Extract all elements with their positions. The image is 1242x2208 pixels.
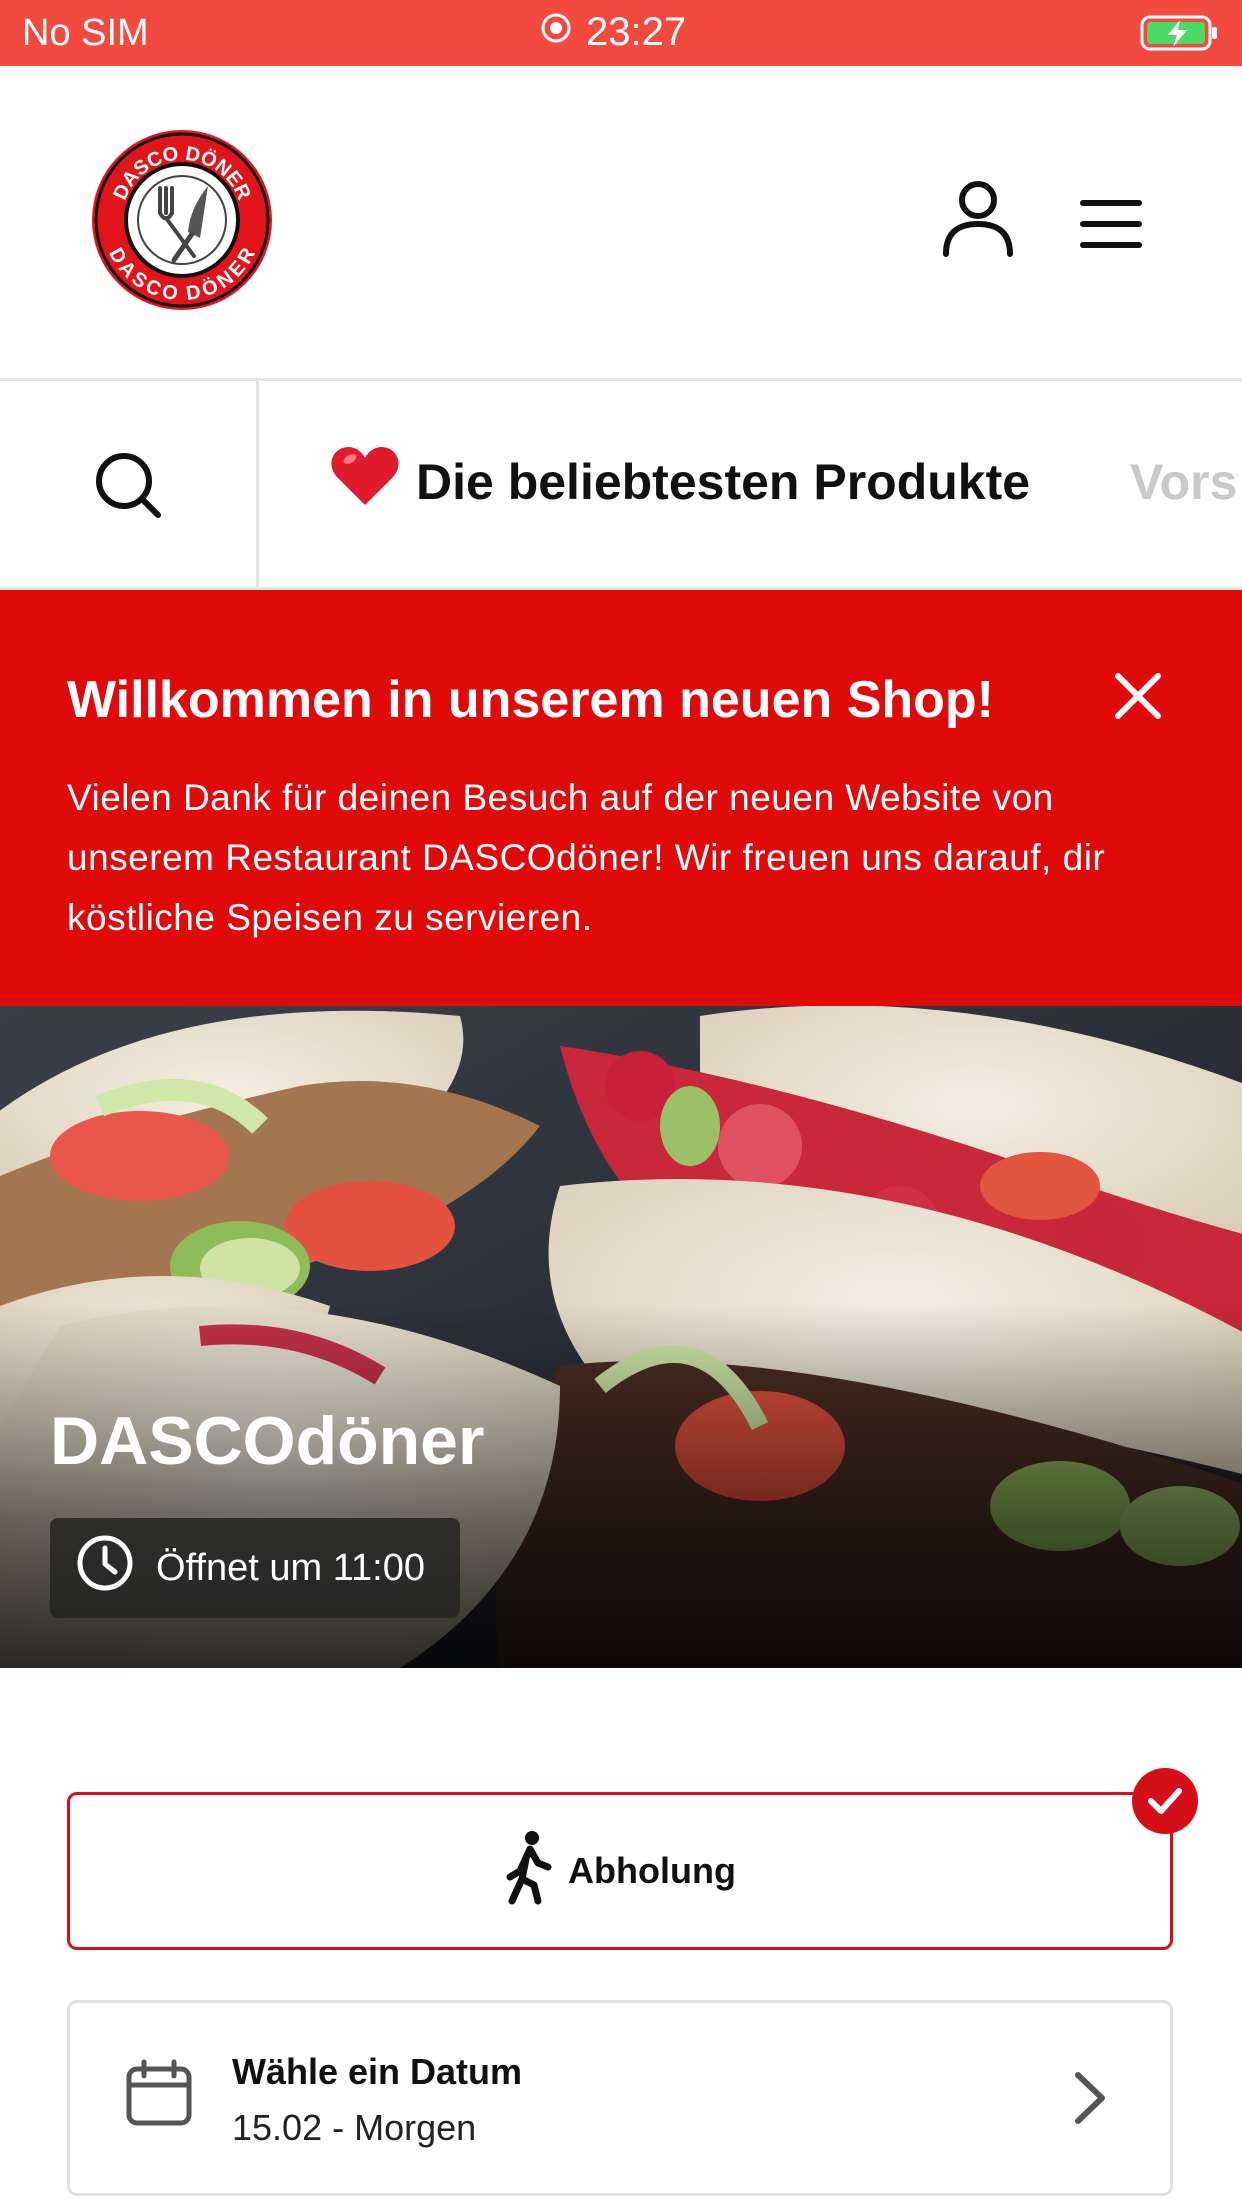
date-value: 15.02 - Morgen — [232, 2107, 477, 2148]
walking-person-icon — [504, 1829, 554, 1914]
account-button[interactable] — [938, 178, 1018, 258]
search-button[interactable] — [0, 381, 259, 587]
welcome-banner: Willkommen in unserem neuen Shop! Vielen… — [0, 590, 1242, 1006]
restaurant-logo[interactable]: DASCO DÖNER DASCO DÖNER — [90, 128, 274, 312]
site-header: DASCO DÖNER DASCO DÖNER — [0, 66, 1242, 381]
hero-title: DASCOdöner — [50, 1403, 485, 1479]
location-icon — [540, 11, 572, 54]
menu-icon — [1076, 200, 1146, 256]
category-tab-label: Die beliebtesten Produkte — [416, 454, 1031, 510]
banner-close-button[interactable] — [1112, 670, 1164, 727]
opening-status-text: Öffnet um 11:00 — [156, 1546, 425, 1589]
menu-button[interactable] — [1076, 196, 1146, 252]
status-time: 23:27 — [586, 10, 687, 54]
category-bar: Die beliebtesten Produkte Vors — [0, 381, 1242, 590]
category-tab-popular[interactable]: Die beliebtesten Produkte — [330, 445, 1030, 519]
account-icon — [938, 181, 1018, 262]
close-icon — [1112, 673, 1164, 726]
selected-check-badge — [1132, 1768, 1198, 1834]
carrier-label: No SIM — [22, 12, 149, 54]
battery-charging-icon — [1140, 14, 1220, 62]
hero-banner: DASCOdöner Öffnet um 11:00 — [0, 1006, 1242, 1668]
chevron-right-icon — [1070, 2069, 1110, 2132]
status-center: 23:27 — [540, 10, 686, 55]
opening-status-badge: Öffnet um 11:00 — [50, 1518, 460, 1618]
pickup-option[interactable]: Abholung — [67, 1792, 1173, 1950]
date-picker[interactable]: Wähle ein Datum 15.02 - Morgen — [67, 2000, 1173, 2196]
banner-text: Vielen Dank für deinen Besuch auf der ne… — [67, 777, 1106, 938]
pickup-label: Abholung — [568, 1850, 736, 1891]
clock-icon — [50, 1534, 156, 1602]
date-label: Wähle ein Datum — [232, 2051, 523, 2092]
status-bar: No SIM 23:27 — [0, 0, 1242, 66]
calendar-icon — [124, 2059, 194, 2134]
heart-icon — [330, 445, 400, 519]
category-tab-next[interactable]: Vors — [1130, 453, 1237, 511]
banner-title: Willkommen in unserem neuen Shop! — [67, 671, 994, 729]
